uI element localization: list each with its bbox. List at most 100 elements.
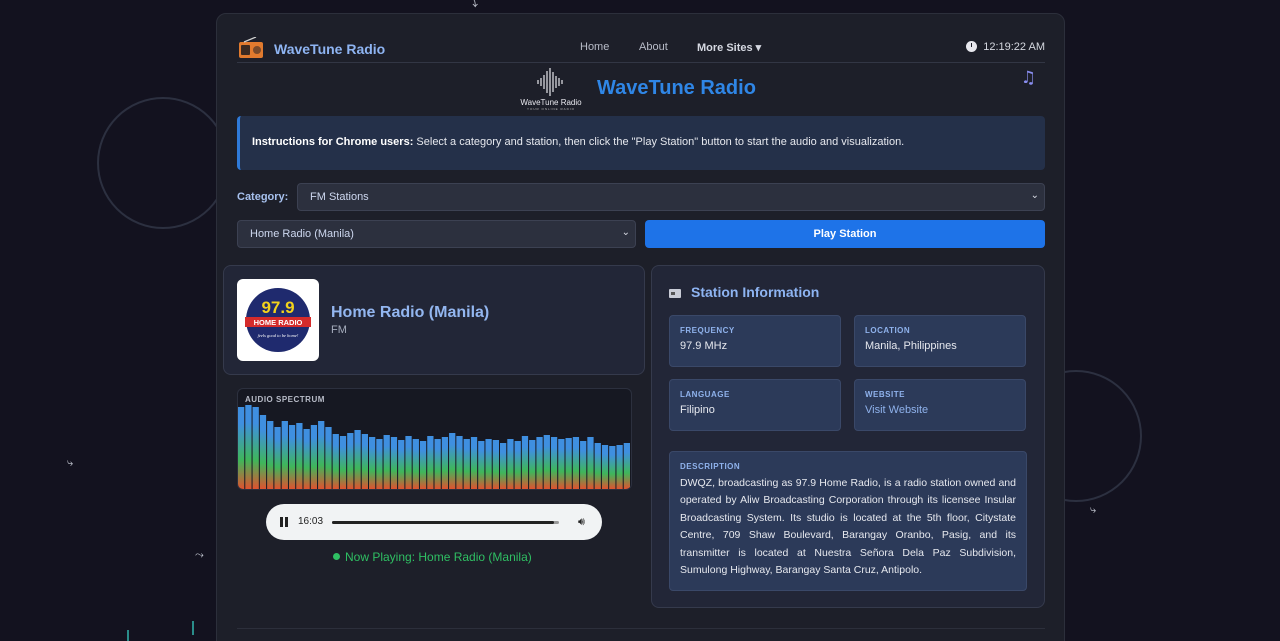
logo-frequency: 97.9: [261, 298, 294, 317]
info-tile-website: WEBSITE Visit Website: [854, 379, 1026, 431]
spectrum-bar: [478, 441, 485, 489]
top-nav: WaveTune Radio Home About More Sites ▾ 1…: [237, 34, 1045, 63]
audio-player: 16:03 🔊︎: [266, 504, 602, 540]
spectrum-bar: [521, 436, 529, 489]
station-info-title: Station Information: [669, 284, 819, 300]
station-card: 97.9 HOME RADIO feels good to be home! H…: [223, 265, 645, 375]
station-logo: 97.9 HOME RADIO feels good to be home!: [237, 279, 319, 361]
description-box: DESCRIPTION DWQZ, broadcasting as 97.9 H…: [669, 451, 1027, 591]
tile-label: LANGUAGE: [680, 390, 730, 399]
spectrum-bar: [267, 421, 274, 489]
logo-station-name: HOME RADIO: [254, 318, 303, 327]
seek-bar[interactable]: [332, 521, 559, 524]
radio-icon: [239, 37, 263, 58]
player-time: 16:03: [298, 516, 324, 527]
spectrum-bar: [529, 440, 536, 489]
spectrum-bar: [245, 405, 252, 489]
spectrum-bar: [369, 437, 376, 489]
footer-divider: [237, 628, 1045, 629]
station-select-value: Home Radio (Manila): [250, 228, 354, 240]
station-select[interactable]: Home Radio (Manila) ⌄: [237, 220, 636, 248]
spectrum-bar: [587, 437, 594, 489]
description-label: DESCRIPTION: [680, 462, 741, 471]
spectrum-bar: [238, 407, 245, 489]
nav-home-link[interactable]: Home: [580, 41, 609, 53]
logo-tagline: YOUR ONLINE RADIO: [526, 107, 575, 111]
spectrum-bar: [536, 437, 543, 489]
category-select-value: FM Stations: [310, 191, 369, 203]
spectrum-bar: [572, 437, 580, 489]
spectrum-bar: [303, 429, 310, 489]
bg-particle: ⤵: [467, 0, 478, 9]
spectrum-bar: [485, 439, 492, 489]
spectrum-bar: [310, 425, 318, 489]
spectrum-bar: [259, 415, 267, 489]
spectrum-bar: [419, 441, 427, 489]
spectrum-bar: [427, 436, 434, 489]
spectrum-label: AUDIO SPECTRUM: [245, 395, 325, 404]
info-tile-location: LOCATION Manila, Philippines: [854, 315, 1026, 367]
more-sites-dropdown[interactable]: More Sites ▾: [697, 41, 761, 54]
site-logo[interactable]: WaveTune Radio YOUR ONLINE RADIO: [514, 67, 588, 111]
tile-label: FREQUENCY: [680, 326, 735, 335]
tile-value: Filipino: [680, 404, 715, 416]
visit-website-link[interactable]: Visit Website: [865, 404, 1015, 416]
music-note-icon[interactable]: ♫: [1021, 68, 1036, 88]
info-tile-frequency: FREQUENCY 97.9 MHz: [669, 315, 841, 367]
spectrum-bar: [318, 421, 325, 489]
spectrum-bar: [347, 433, 354, 489]
nav-about-link[interactable]: About: [639, 41, 668, 53]
spectrum-bar: [354, 430, 361, 489]
station-info-card: Station Information FREQUENCY 97.9 MHz L…: [651, 265, 1045, 608]
pause-icon[interactable]: [280, 517, 289, 527]
spectrum-bar: [390, 437, 398, 489]
chevron-down-icon: ⌄: [621, 227, 630, 238]
info-tile-language: LANGUAGE Filipino: [669, 379, 841, 431]
spectrum-bar: [463, 439, 470, 489]
spectrum-bar: [332, 434, 339, 489]
clock-time: 12:19:22 AM: [983, 41, 1045, 53]
clock-icon: [966, 41, 978, 52]
spectrum-bars: [238, 405, 630, 489]
spectrum-bar: [543, 435, 550, 489]
description-text: DWQZ, broadcasting as 97.9 Home Radio, i…: [680, 477, 1016, 577]
tile-label: LOCATION: [865, 326, 911, 335]
spectrum-bar: [594, 443, 601, 489]
station-info-title-text: Station Information: [691, 284, 820, 300]
bg-particle: ⤷: [1090, 503, 1097, 516]
spectrum-bar: [361, 434, 368, 489]
bg-particle: ⤳: [195, 548, 204, 561]
now-playing-text: Now Playing: Home Radio (Manila): [345, 550, 532, 564]
spectrum-bar: [288, 425, 296, 489]
spectrum-bar: [558, 439, 565, 489]
brand-name[interactable]: WaveTune Radio: [274, 41, 385, 57]
spectrum-bar: [492, 440, 499, 489]
spectrum-bar: [500, 443, 507, 489]
spectrum-bar: [609, 446, 616, 489]
instructions-text: Select a category and station, then clic…: [413, 136, 905, 148]
spectrum-bar: [601, 445, 609, 489]
logo-slogan: feels good to be home!: [258, 333, 299, 338]
audio-spectrum: AUDIO SPECTRUM: [237, 388, 632, 490]
spectrum-bar: [412, 439, 419, 489]
bg-circle-left: [97, 97, 229, 229]
spectrum-bar: [252, 407, 259, 489]
spectrum-bar: [376, 439, 383, 489]
status-dot-icon: [333, 553, 340, 560]
spectrum-bar: [623, 443, 630, 489]
category-select[interactable]: FM Stations ⌄: [297, 183, 1045, 211]
spectrum-bar: [281, 421, 288, 489]
spectrum-bar: [383, 435, 390, 489]
spectrum-bar: [507, 439, 514, 489]
spectrum-bar: [550, 437, 558, 489]
spectrum-bar: [325, 427, 332, 489]
tile-value: Manila, Philippines: [865, 340, 957, 352]
spectrum-bar: [398, 440, 405, 489]
play-station-button[interactable]: Play Station: [645, 220, 1045, 248]
volume-icon[interactable]: 🔊︎: [578, 515, 585, 529]
spectrum-bar: [441, 437, 449, 489]
page-title: WaveTune Radio: [597, 77, 756, 99]
spectrum-bar: [470, 437, 478, 489]
spectrum-bar: [456, 436, 463, 489]
instructions-banner: Instructions for Chrome users: Select a …: [237, 116, 1045, 170]
